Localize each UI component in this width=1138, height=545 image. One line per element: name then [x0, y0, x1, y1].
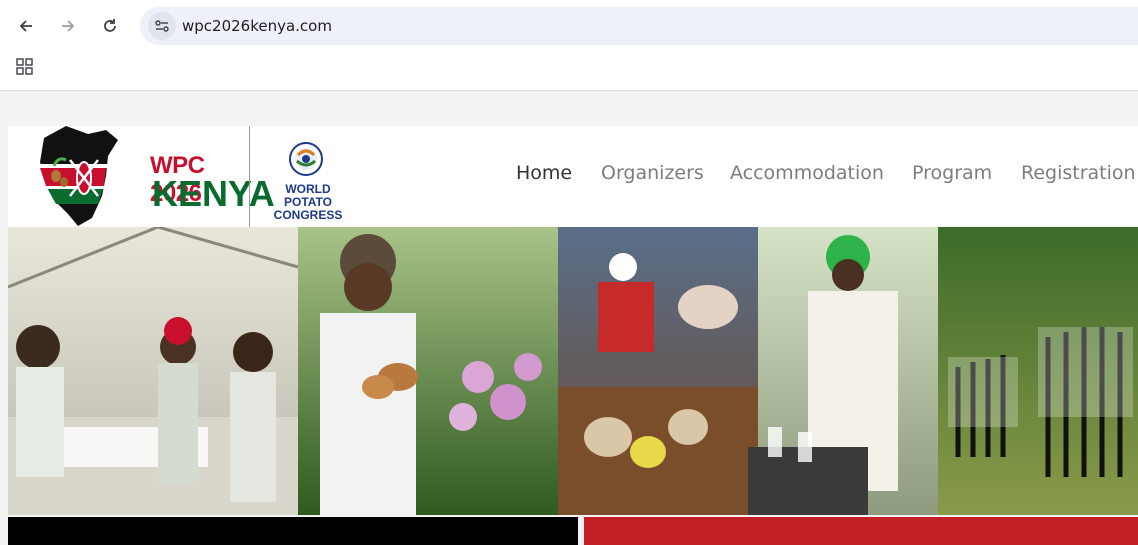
- partner-line-2: CONGRESS: [273, 208, 343, 222]
- flag-strip-black: [8, 517, 578, 545]
- nav-accommodation[interactable]: Accommodation: [730, 162, 884, 184]
- nav-home[interactable]: Home: [516, 162, 572, 184]
- nav-registration[interactable]: Registration: [1021, 162, 1136, 184]
- reload-icon[interactable]: [98, 14, 122, 38]
- back-arrow-icon[interactable]: [14, 14, 38, 38]
- flag-strip-red: [584, 517, 1138, 545]
- forward-arrow-icon[interactable]: [56, 14, 80, 38]
- nav-organizers[interactable]: Organizers: [601, 162, 704, 184]
- site-header: WPC 2026 KENYA WORLD POTATO CONGRESS Hom…: [8, 126, 1138, 227]
- url-text[interactable]: wpc2026kenya.com: [182, 17, 332, 35]
- partner-line-1: WORLD POTATO: [284, 182, 332, 209]
- address-bar[interactable]: wpc2026kenya.com: [140, 7, 1138, 45]
- browser-toolbar: wpc2026kenya.com: [0, 0, 1138, 91]
- wpc-kenya-logo[interactable]: WPC 2026 KENYA: [36, 126, 275, 227]
- apps-grid-icon[interactable]: [16, 58, 34, 76]
- kenya-map-emblem: [40, 126, 118, 226]
- world-potato-congress-label: WORLD POTATO CONGRESS: [263, 183, 353, 222]
- world-potato-congress-emblem: [288, 141, 324, 177]
- hero-banner-collage: [8, 227, 1138, 515]
- nav-program[interactable]: Program: [912, 162, 992, 184]
- logo-line-kenya: KENYA: [152, 173, 275, 214]
- header-divider: [249, 126, 250, 227]
- site-info-icon[interactable]: [148, 12, 176, 40]
